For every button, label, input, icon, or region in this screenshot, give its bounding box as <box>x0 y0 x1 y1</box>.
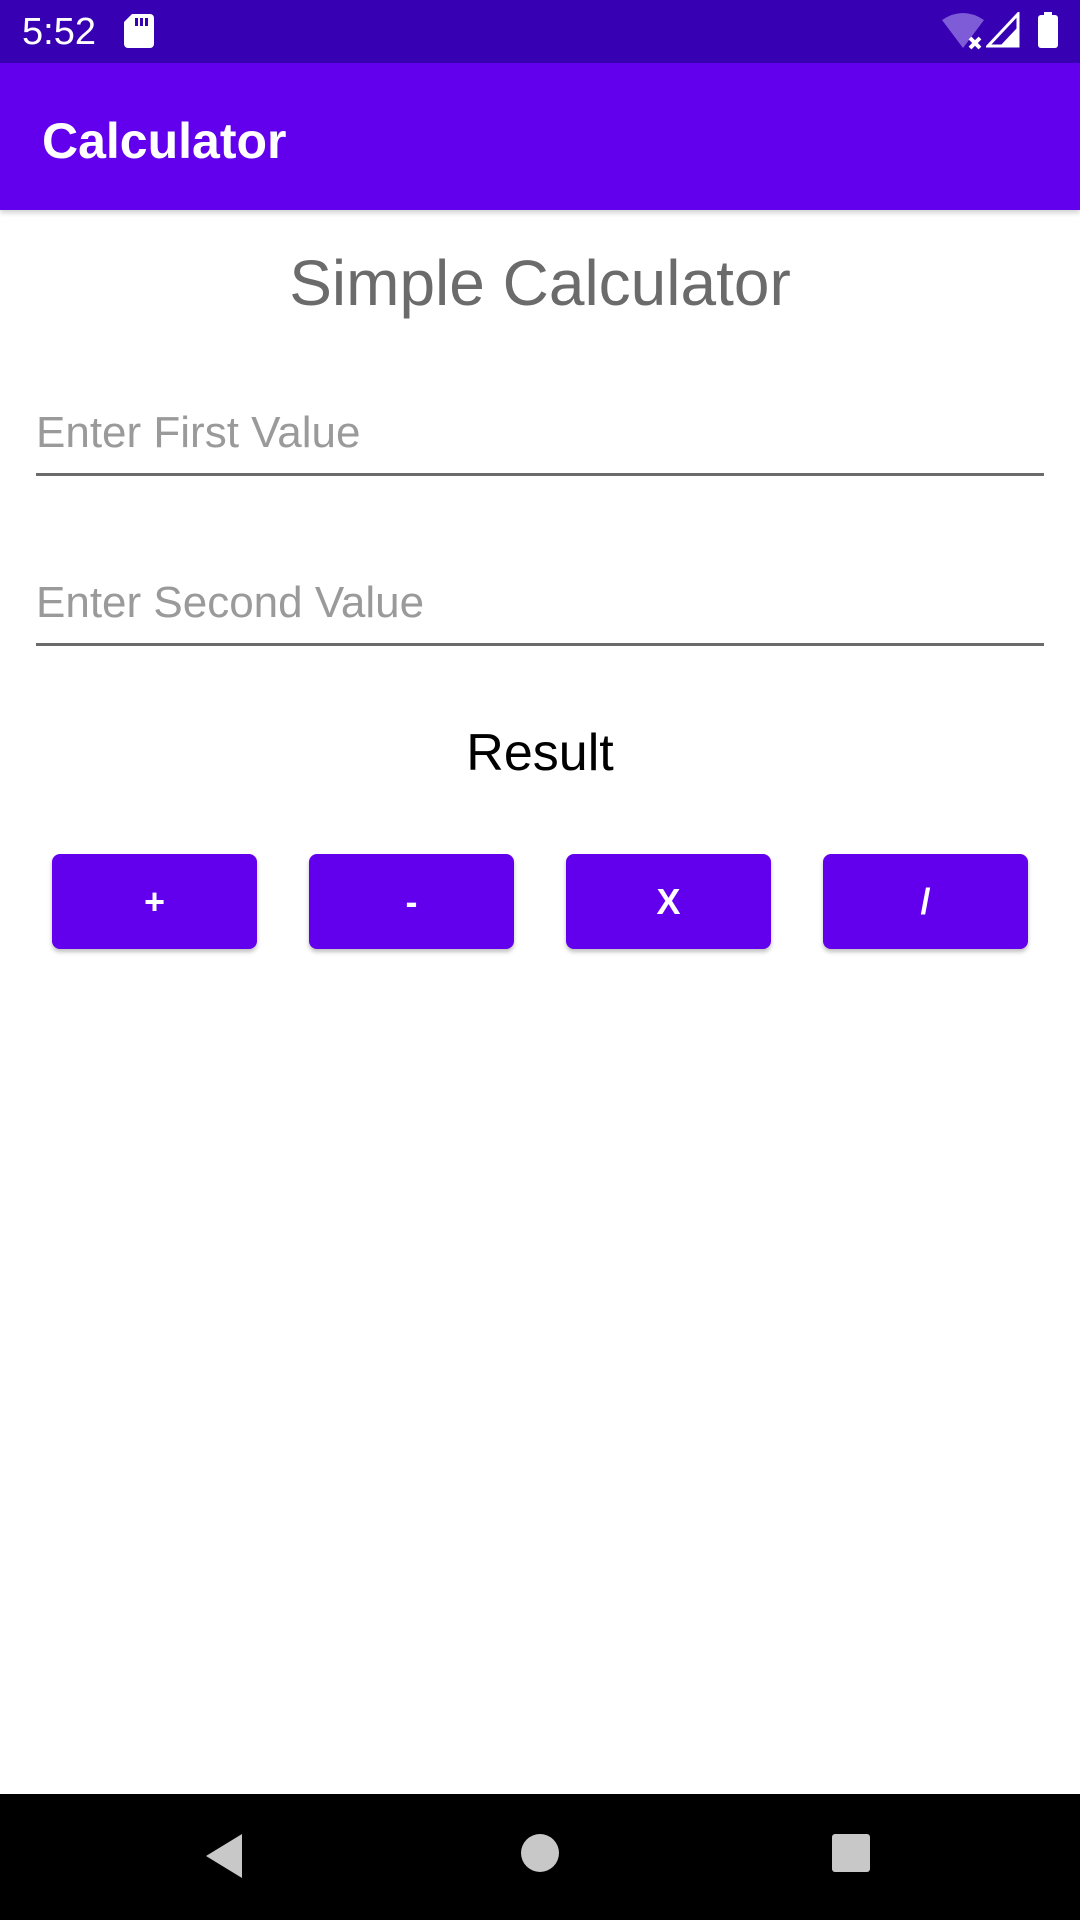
wifi-off-icon <box>942 13 984 50</box>
status-bar: 5:52 <box>0 0 1080 63</box>
result-label: Result <box>466 724 614 782</box>
first-value-input[interactable] <box>36 393 1044 476</box>
recents-icon[interactable] <box>830 1832 872 1874</box>
battery-icon <box>1038 12 1058 48</box>
navigation-bar <box>0 1794 1080 1920</box>
app-bar: Calculator <box>0 63 1080 210</box>
app-title: Calculator <box>42 113 287 169</box>
add-button[interactable]: + <box>52 854 257 949</box>
second-value-input[interactable] <box>36 563 1044 646</box>
sd-card-icon <box>124 14 154 48</box>
status-time: 5:52 <box>22 11 96 53</box>
page-heading: Simple Calculator <box>289 247 791 319</box>
multiply-button[interactable]: X <box>566 854 771 949</box>
back-icon[interactable] <box>204 1832 244 1880</box>
divide-button[interactable]: / <box>823 854 1028 949</box>
signal-icon <box>986 12 1020 48</box>
subtract-button[interactable]: - <box>309 854 514 949</box>
home-icon[interactable] <box>519 1832 561 1874</box>
